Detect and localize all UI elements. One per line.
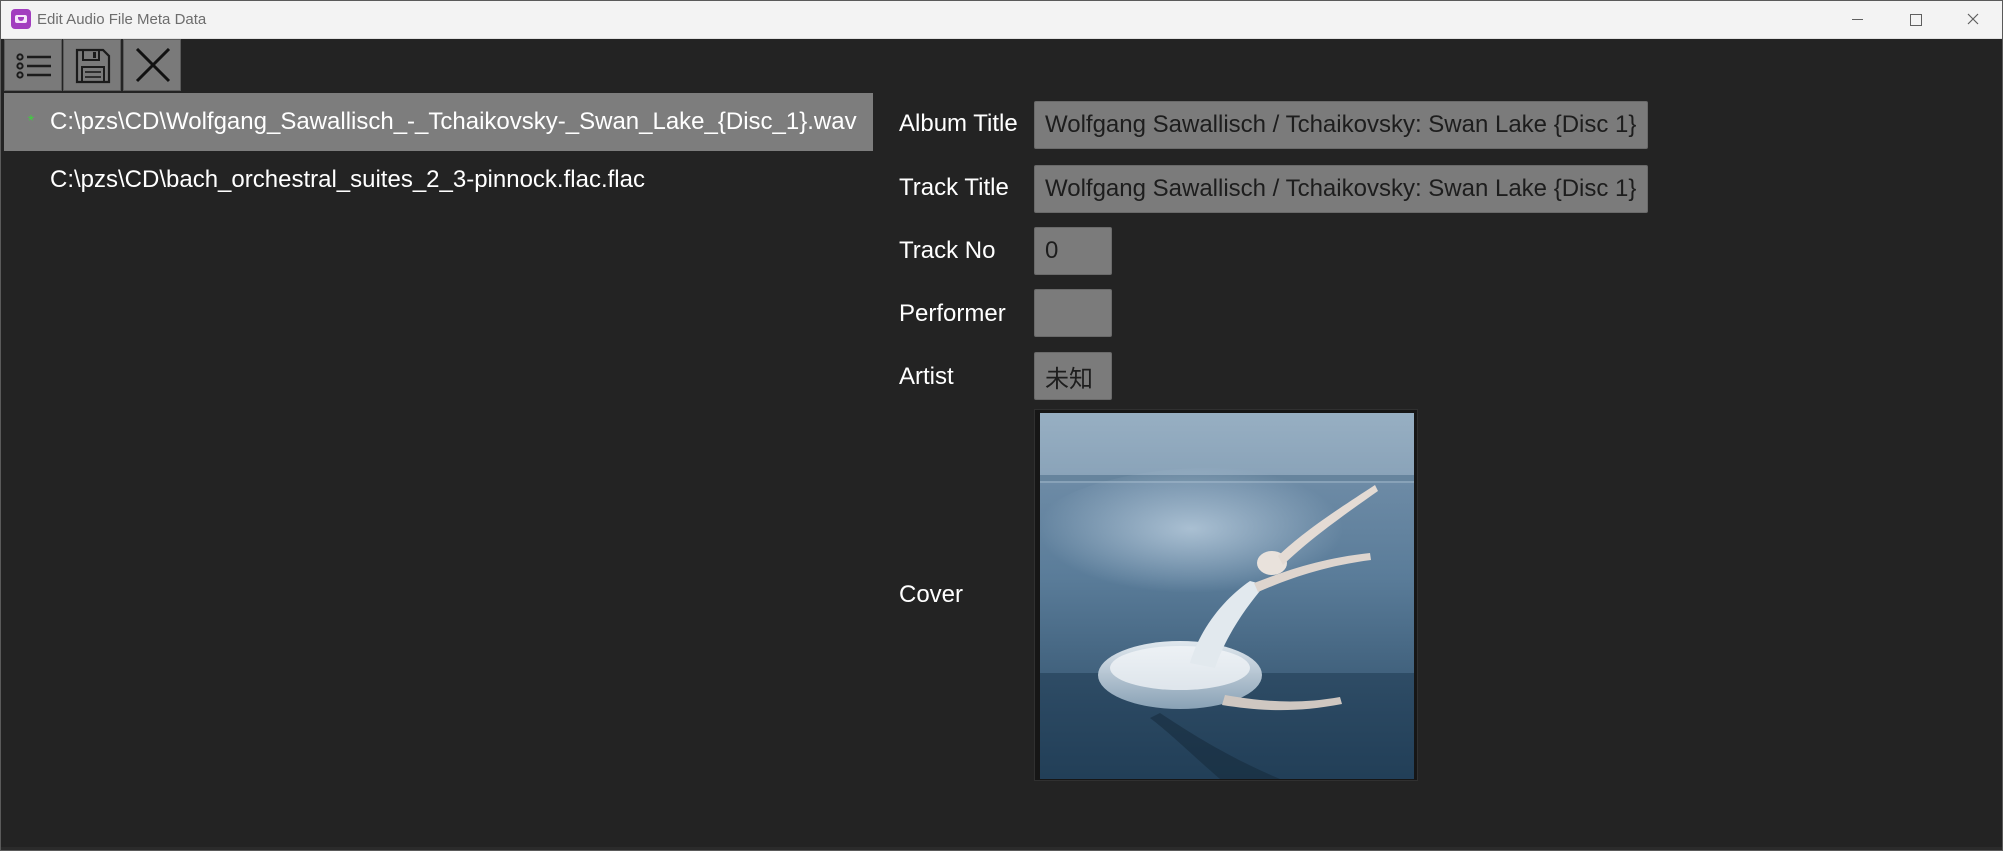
minimize-button[interactable] [1828, 1, 1886, 38]
track-no-label: Track No [899, 237, 996, 264]
modified-marker: * [27, 113, 35, 130]
artist-input[interactable] [1034, 352, 1112, 400]
close-file-button[interactable] [123, 39, 181, 91]
album-title-label: Album Title [899, 110, 1018, 137]
list-view-button[interactable] [4, 39, 62, 91]
album-title-input[interactable] [1034, 101, 1648, 149]
floppy-disk-icon [75, 48, 111, 84]
app-icon [11, 9, 31, 29]
bottom-edge [1, 847, 2002, 850]
app-window: Edit Audio File Meta Data * C:\pzs\CD\Wo… [0, 0, 2003, 851]
save-button[interactable] [63, 39, 121, 91]
window-title: Edit Audio File Meta Data [37, 11, 207, 28]
file-path: C:\pzs\CD\Wolfgang_Sawallisch_-_Tchaikov… [50, 108, 857, 135]
track-title-label: Track Title [899, 174, 1009, 201]
maximize-button[interactable] [1886, 1, 1944, 38]
window-close-button[interactable] [1944, 1, 2002, 38]
file-list: * C:\pzs\CD\Wolfgang_Sawallisch_-_Tchaik… [4, 93, 873, 209]
performer-label: Performer [899, 300, 1006, 327]
track-title-input[interactable] [1034, 165, 1648, 213]
close-icon [1967, 13, 1979, 25]
cover-image-frame[interactable] [1034, 409, 1418, 781]
file-list-item[interactable]: C:\pzs\CD\bach_orchestral_suites_2_3-pin… [4, 151, 873, 209]
ballerina-swan-cover-art [1040, 413, 1414, 779]
title-bar[interactable]: Edit Audio File Meta Data [1, 1, 2002, 39]
x-icon [135, 48, 171, 83]
track-no-input[interactable] [1034, 227, 1112, 275]
file-path: C:\pzs\CD\bach_orchestral_suites_2_3-pin… [50, 166, 645, 193]
file-list-item[interactable]: * C:\pzs\CD\Wolfgang_Sawallisch_-_Tchaik… [4, 93, 873, 151]
list-icon [16, 53, 51, 79]
artist-label: Artist [899, 363, 954, 390]
cover-label: Cover [899, 581, 964, 608]
performer-input[interactable] [1034, 289, 1112, 337]
